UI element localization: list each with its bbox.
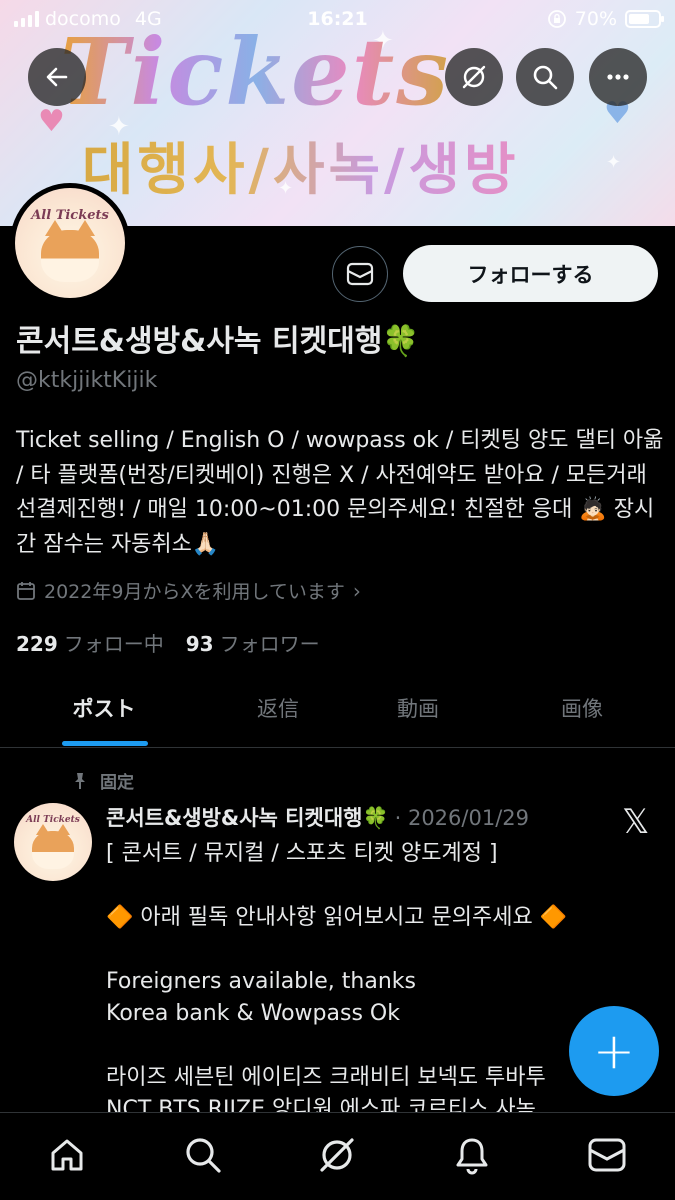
followers-link[interactable]: 93 フォロワー bbox=[186, 628, 320, 657]
post-avatar[interactable]: All Tickets bbox=[14, 803, 92, 881]
calendar-icon bbox=[17, 581, 35, 600]
bottom-navigation bbox=[0, 1112, 675, 1200]
display-name: 콘서트&생방&사녹 티켓대행🍀 bbox=[16, 324, 420, 359]
status-bar: docomo 4G 16:21 70% bbox=[0, 0, 675, 40]
bell-icon bbox=[456, 1138, 488, 1175]
mail-icon bbox=[346, 262, 374, 286]
profile-bio: Ticket selling / English O / wowpass ok … bbox=[16, 428, 664, 557]
search-icon bbox=[533, 65, 558, 90]
tab-images[interactable]: 画像 bbox=[510, 668, 654, 747]
nav-grok[interactable] bbox=[315, 1133, 359, 1177]
tab-videos[interactable]: 動画 bbox=[346, 668, 490, 747]
nav-notifications[interactable] bbox=[450, 1133, 494, 1177]
message-button[interactable] bbox=[332, 246, 388, 302]
pinned-indicator: 固定 bbox=[70, 768, 134, 793]
post-author[interactable]: 콘서트&생방&사녹 티켓대행🍀 bbox=[106, 806, 389, 830]
search-button[interactable] bbox=[516, 48, 574, 106]
back-button[interactable] bbox=[28, 48, 86, 106]
post-date[interactable]: · 2026/01/29 bbox=[395, 806, 529, 830]
chevron-right-icon: › bbox=[352, 578, 361, 603]
following-count: 229 bbox=[16, 632, 58, 656]
orientation-lock-icon bbox=[547, 10, 566, 28]
nav-search[interactable] bbox=[181, 1133, 225, 1177]
shiba-dog-image bbox=[41, 220, 99, 282]
mail-icon bbox=[588, 1138, 626, 1172]
avatar-label: All Tickets bbox=[26, 815, 80, 825]
follow-button[interactable]: フォローする bbox=[403, 245, 658, 302]
pin-icon bbox=[75, 772, 85, 789]
search-icon bbox=[186, 1138, 221, 1173]
avatar-label: All Tickets bbox=[31, 208, 109, 223]
nav-messages[interactable] bbox=[585, 1133, 629, 1177]
user-handle: @ktkjjiktKijik bbox=[16, 368, 158, 393]
tab-replies[interactable]: 返信 bbox=[206, 668, 350, 747]
active-tab-indicator bbox=[62, 741, 148, 746]
x-logo-icon: 𝕏 bbox=[622, 802, 650, 842]
follow-stats: 229 フォロー中 93 フォロワー bbox=[16, 628, 320, 657]
following-label: フォロー中 bbox=[63, 632, 164, 656]
home-icon bbox=[51, 1139, 83, 1171]
post-header: 콘서트&생방&사녹 티켓대행🍀 · 2026/01/29 bbox=[106, 802, 529, 832]
sparkle-icon: ✦ bbox=[606, 152, 622, 173]
arrow-left-icon bbox=[46, 67, 68, 87]
tab-posts[interactable]: ポスト bbox=[32, 668, 176, 747]
grok-icon bbox=[320, 1138, 354, 1172]
followers-count: 93 bbox=[185, 632, 214, 656]
profile-avatar[interactable]: All Tickets bbox=[10, 183, 130, 303]
join-date-text: 2022年9月からXを利用しています bbox=[44, 581, 345, 603]
more-button[interactable] bbox=[589, 48, 647, 106]
grok-icon bbox=[462, 65, 486, 89]
profile-tabs: ポスト 返信 動画 画像 bbox=[0, 668, 675, 748]
battery-icon bbox=[625, 10, 664, 28]
more-icon bbox=[607, 74, 629, 80]
pinned-label: 固定 bbox=[100, 773, 134, 793]
join-date[interactable]: 2022年9月からXを利用しています › bbox=[16, 577, 361, 604]
shiba-dog-image bbox=[32, 824, 74, 869]
following-link[interactable]: 229 フォロー中 bbox=[16, 628, 164, 657]
compose-post-button[interactable]: + bbox=[569, 1006, 659, 1096]
nav-home[interactable] bbox=[45, 1133, 89, 1177]
battery-percent: 70% bbox=[574, 8, 617, 30]
followers-label: フォロワー bbox=[219, 632, 320, 656]
grok-button[interactable] bbox=[445, 48, 503, 106]
banner-subtitle: 대행사/사녹/생방 bbox=[82, 125, 520, 206]
